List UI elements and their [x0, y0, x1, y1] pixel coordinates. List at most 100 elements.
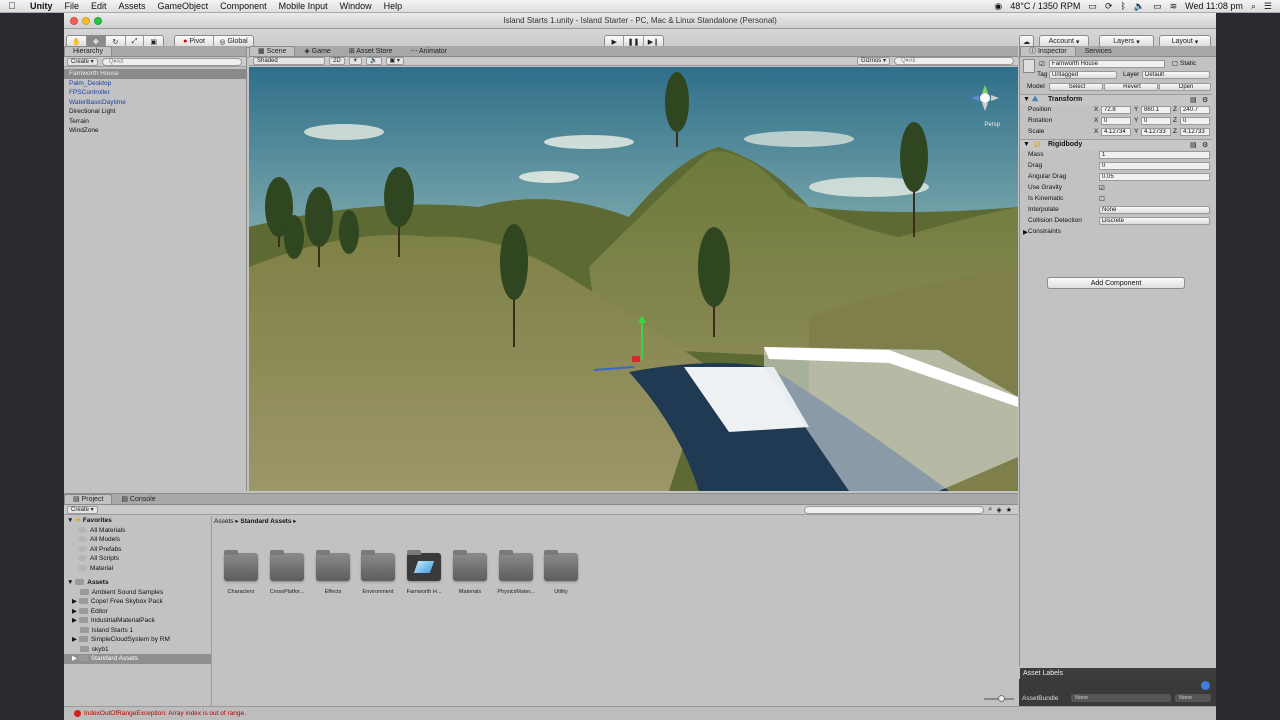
- minimize-icon[interactable]: [82, 17, 90, 25]
- component-gear-icon[interactable]: ⚙: [1202, 96, 1208, 104]
- zoom-slider[interactable]: [984, 695, 1014, 702]
- hierarchy-item-farnworth-house[interactable]: Farnworth House: [64, 69, 247, 79]
- constraints-label[interactable]: Constraints: [1028, 228, 1061, 235]
- asset-item-environment[interactable]: Environment: [355, 550, 401, 595]
- tab-console[interactable]: ▤ Console: [112, 494, 164, 504]
- drag-field[interactable]: 0: [1099, 162, 1210, 170]
- hierarchy-item-windzone[interactable]: WindZone: [69, 126, 99, 136]
- assets-header[interactable]: ▼ Assets: [67, 578, 109, 588]
- rotation-y-field[interactable]: 0: [1141, 117, 1171, 125]
- persp-label[interactable]: Persp: [984, 122, 1000, 128]
- menu-help[interactable]: Help: [378, 1, 409, 11]
- project-create-button[interactable]: Create ▾: [67, 505, 98, 514]
- asset-item-utility[interactable]: Utility: [538, 550, 584, 595]
- asset-item-crossplatform[interactable]: CrossPlatfor...: [264, 550, 310, 595]
- scale-x-field[interactable]: 4.12734: [1101, 128, 1131, 136]
- static-checkbox[interactable]: ☐: [1172, 60, 1178, 68]
- filter-by-type-icon[interactable]: ⌕: [988, 506, 992, 514]
- position-x-field[interactable]: 72.8: [1101, 106, 1131, 114]
- rotation-z-field[interactable]: 0: [1180, 117, 1210, 125]
- sync-icon[interactable]: ⟳: [1105, 1, 1113, 12]
- menu-component[interactable]: Component: [214, 1, 273, 11]
- favorites-header[interactable]: ▼ ★ Favorites: [67, 516, 112, 526]
- shading-mode-dropdown[interactable]: Shaded: [253, 57, 325, 65]
- spotlight-icon[interactable]: ⌕: [1251, 1, 1256, 12]
- bluetooth-icon[interactable]: ᛒ: [1120, 1, 1125, 11]
- tab-project[interactable]: ▤ Project: [64, 494, 113, 504]
- scale-z-field[interactable]: 4.12733: [1180, 128, 1210, 136]
- notification-list-icon[interactable]: ☰: [1264, 1, 1272, 12]
- tab-inspector[interactable]: ⓘ Inspector: [1020, 46, 1076, 56]
- active-checkbox[interactable]: ☑: [1039, 60, 1045, 68]
- asset-bundle-variant-dropdown[interactable]: None: [1175, 694, 1211, 702]
- breadcrumb-assets[interactable]: Assets: [214, 518, 234, 525]
- is-kinematic-checkbox[interactable]: ☐: [1099, 195, 1105, 203]
- display-icon[interactable]: ▭: [1088, 1, 1097, 12]
- asset-labels-header[interactable]: Asset Labels: [1020, 668, 1216, 679]
- asset-item-farnworth-house[interactable]: Farnworth H...: [401, 550, 447, 595]
- asset-item-effects[interactable]: Effects: [310, 550, 356, 595]
- scene-viewport[interactable]: Persp: [249, 67, 1018, 491]
- zoom-slider-thumb[interactable]: [998, 695, 1005, 702]
- asset-item-physicsmaterials[interactable]: PhysicsMater...: [493, 550, 539, 595]
- transform-header[interactable]: ▼ ⟁ Transform ▤ ⚙: [1020, 94, 1212, 105]
- tag-dropdown[interactable]: Untagged: [1049, 71, 1117, 79]
- menu-mobile-input[interactable]: Mobile Input: [273, 1, 334, 11]
- position-z-field[interactable]: 240.7: [1180, 106, 1210, 114]
- gizmos-dropdown[interactable]: Gizmos ▾: [856, 57, 890, 65]
- model-open-button[interactable]: Open: [1159, 83, 1211, 91]
- tab-services[interactable]: Services: [1076, 46, 1121, 56]
- label-tag-icon[interactable]: [1201, 681, 1210, 690]
- asset-item-characters[interactable]: Characters: [218, 550, 264, 595]
- favorite-star-icon[interactable]: ★: [1006, 506, 1012, 514]
- effects-toggle-icon[interactable]: ▣ ▾: [385, 57, 404, 65]
- tab-scene[interactable]: ▦ Scene: [249, 46, 296, 56]
- hierarchy-item-directional-light[interactable]: Directional Light: [69, 107, 116, 117]
- menu-file[interactable]: File: [59, 1, 86, 11]
- apple-menu-icon[interactable]: : [0, 1, 24, 12]
- rotation-x-field[interactable]: 0: [1101, 117, 1131, 125]
- component-gear-icon[interactable]: ⚙: [1202, 141, 1208, 149]
- tab-game[interactable]: ◈ Game: [295, 46, 339, 56]
- asset-folder[interactable]: ▶ SimpleCloudSystem by RM: [72, 635, 170, 645]
- favorite-item[interactable]: Material: [78, 564, 113, 574]
- menu-window[interactable]: Window: [334, 1, 378, 11]
- tab-animator[interactable]: ⋯ Animator: [401, 46, 456, 56]
- scale-y-field[interactable]: 4.12733: [1141, 128, 1171, 136]
- rigidbody-header[interactable]: ▼ ☑ Rigidbody ▤ ⚙: [1020, 139, 1212, 150]
- asset-folder[interactable]: ▶ Cope! Free Skybox Pack: [72, 597, 163, 607]
- interpolate-dropdown[interactable]: None: [1099, 206, 1210, 214]
- clock[interactable]: Wed 11:08 pm: [1185, 1, 1243, 11]
- audio-toggle-icon[interactable]: 🔈: [366, 57, 382, 65]
- component-help-icon[interactable]: ▤: [1190, 141, 1197, 149]
- favorite-item[interactable]: All Models: [78, 535, 120, 545]
- status-bar[interactable]: IndexOutOfRangeException: Array index is…: [64, 706, 1216, 720]
- mass-field[interactable]: 1: [1099, 151, 1210, 159]
- favorite-item[interactable]: All Scripts: [78, 554, 119, 564]
- hierarchy-create-button[interactable]: Create ▾: [67, 57, 98, 66]
- model-revert-button[interactable]: Revert: [1104, 83, 1158, 91]
- component-help-icon[interactable]: ▤: [1190, 96, 1197, 104]
- add-component-button[interactable]: Add Component: [1047, 277, 1185, 289]
- hierarchy-search-input[interactable]: Q▾All: [101, 57, 242, 66]
- menu-gameobject[interactable]: GameObject: [152, 1, 215, 11]
- scene-search-input[interactable]: Q▾All: [894, 57, 1014, 65]
- asset-folder[interactable]: ▶ IndustrialMaterialPack: [72, 616, 155, 626]
- mode-2d-toggle[interactable]: 2D: [329, 57, 345, 65]
- asset-folder-selected[interactable]: ▶ Standard Assets: [64, 654, 211, 664]
- hierarchy-item-fpscontroller[interactable]: FPSController: [69, 88, 110, 98]
- tab-asset-store[interactable]: ⊞ Asset Store: [340, 46, 402, 56]
- asset-bundle-dropdown[interactable]: None: [1071, 694, 1171, 702]
- collision-detection-dropdown[interactable]: Discrete: [1099, 217, 1210, 225]
- rigidbody-enabled-checkbox[interactable]: ☑: [1034, 141, 1040, 149]
- temperature-status[interactable]: 48°C / 1350 RPM: [1010, 1, 1080, 11]
- asset-item-materials[interactable]: Materials: [447, 550, 493, 595]
- project-search-input[interactable]: [804, 505, 985, 514]
- menu-assets[interactable]: Assets: [113, 1, 152, 11]
- battery-icon[interactable]: ▭: [1153, 1, 1162, 12]
- position-y-field[interactable]: 860.1: [1141, 106, 1171, 114]
- menu-app-unity[interactable]: Unity: [24, 1, 59, 11]
- menu-edit[interactable]: Edit: [85, 1, 113, 11]
- layer-dropdown[interactable]: Default: [1142, 71, 1210, 79]
- use-gravity-checkbox[interactable]: ☑: [1099, 184, 1105, 192]
